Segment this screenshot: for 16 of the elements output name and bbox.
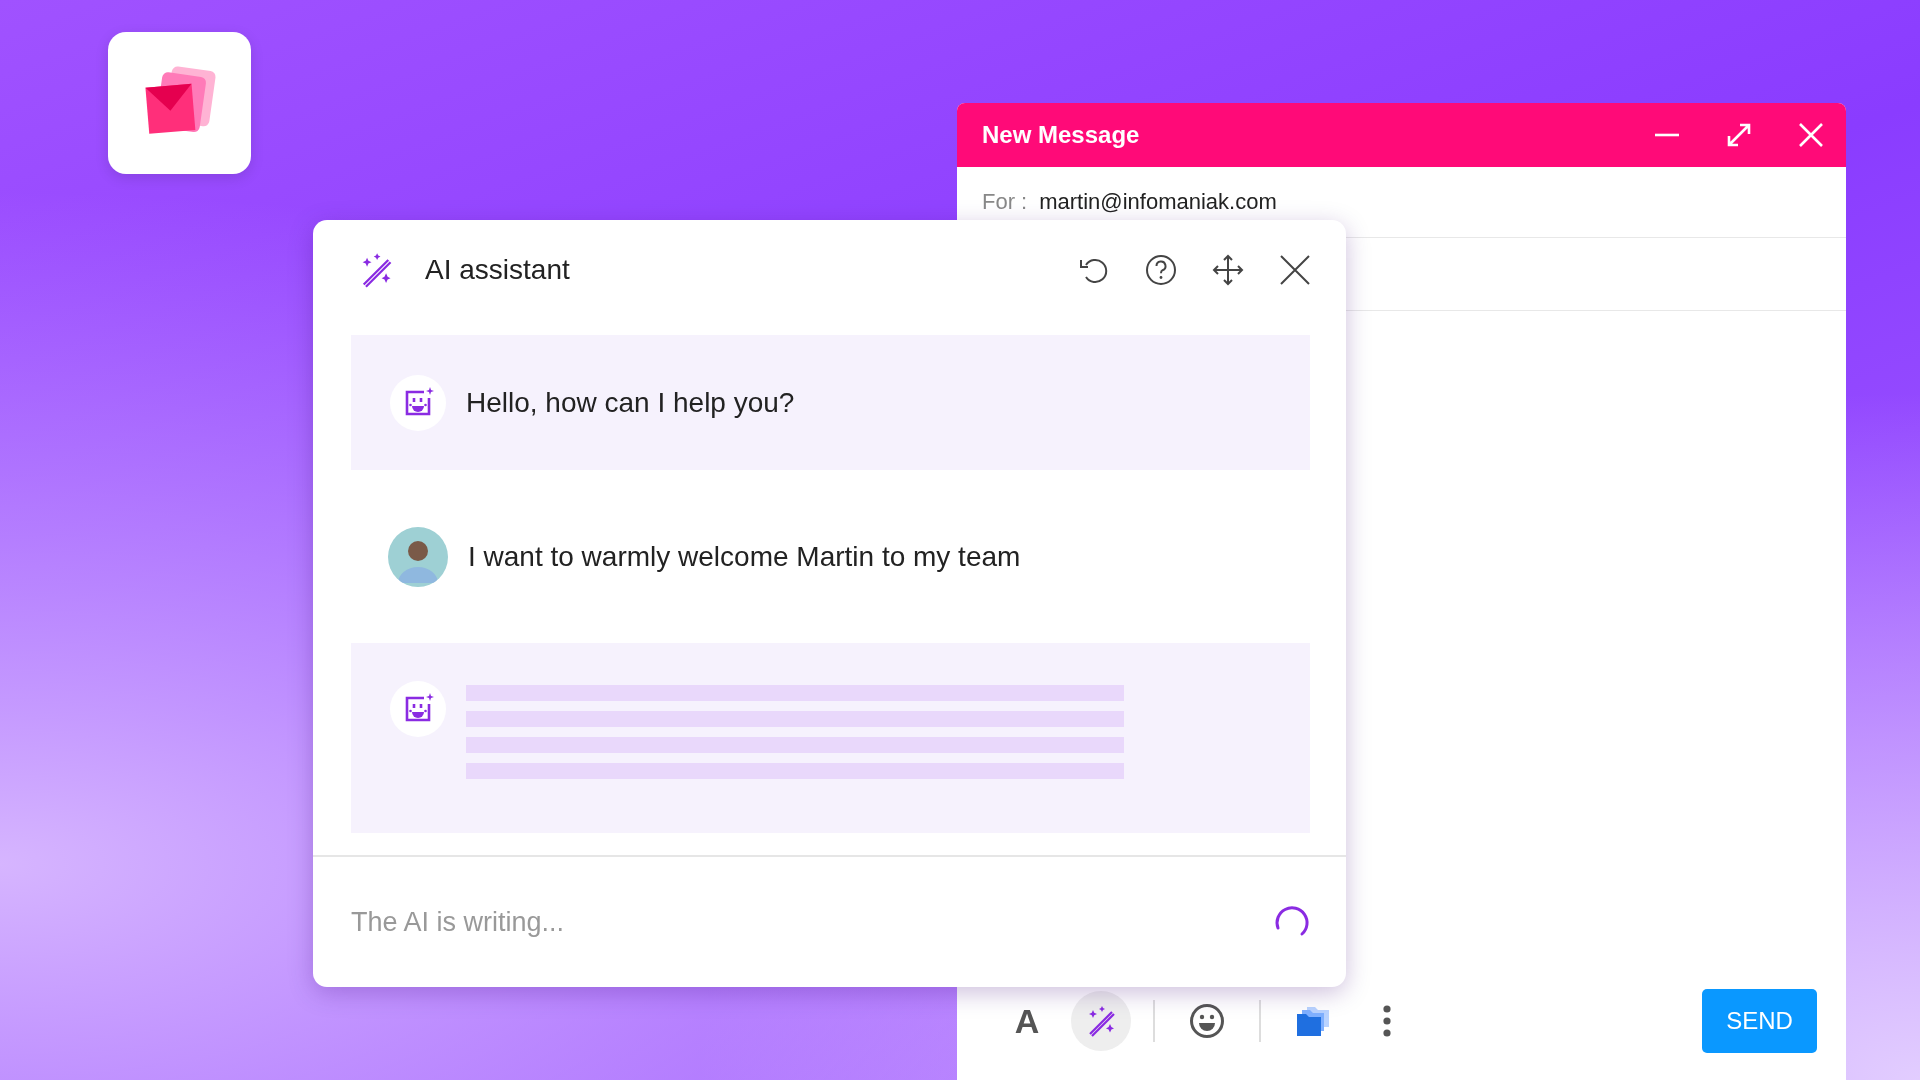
panel-title: AI assistant	[425, 254, 570, 286]
close-icon[interactable]	[1278, 253, 1312, 287]
folder-icon	[1295, 1005, 1331, 1037]
smiley-icon	[1189, 1003, 1225, 1039]
message-text: Hello, how can I help you?	[466, 386, 795, 419]
move-icon[interactable]	[1211, 253, 1245, 287]
recipient-address[interactable]: martin@infomaniak.com	[1039, 189, 1277, 215]
recipient-label: For :	[982, 189, 1028, 215]
app-icon[interactable]	[108, 32, 251, 174]
prompt-field[interactable]: The AI is writing...	[349, 905, 1272, 939]
text-format-button[interactable]: A	[997, 991, 1057, 1051]
more-icon	[1382, 1004, 1392, 1038]
expand-icon[interactable]	[1726, 122, 1752, 148]
message-text: I want to warmly welcome Martin to my team	[468, 540, 1021, 573]
window-title: New Message	[982, 121, 1141, 149]
help-icon[interactable]	[1144, 253, 1178, 287]
